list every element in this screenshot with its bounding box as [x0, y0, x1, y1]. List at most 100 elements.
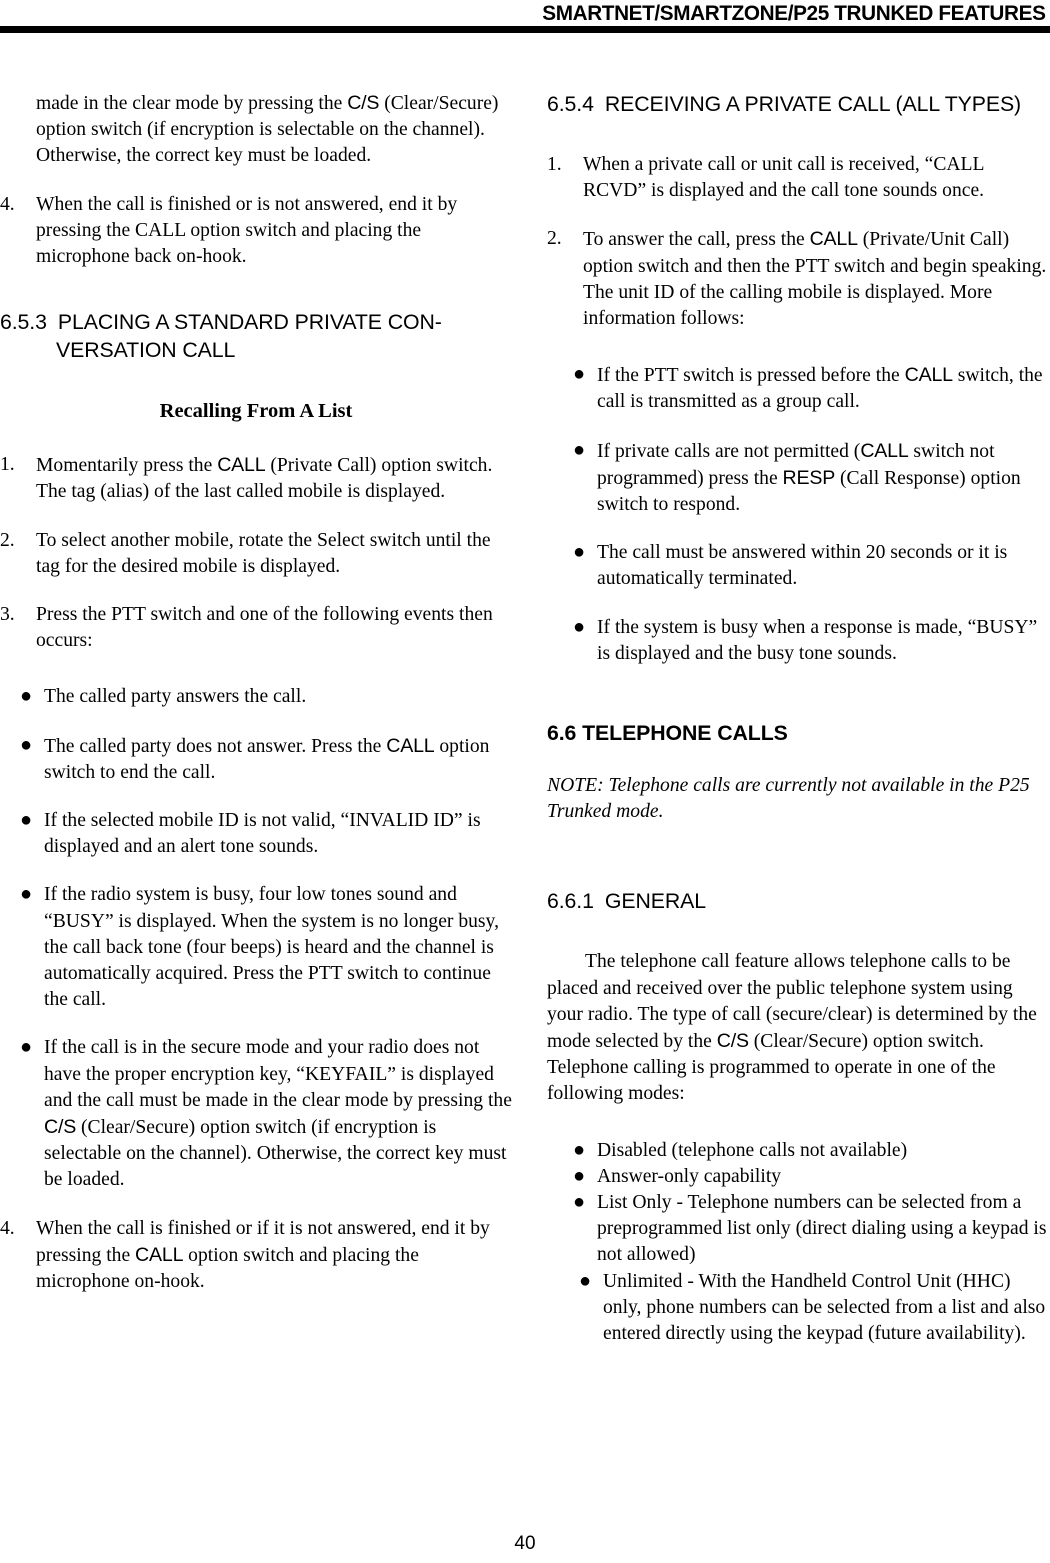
numbered-item-3: 3. Press the PTT switch and one of the fo…: [0, 602, 512, 654]
left-column: made in the clear mode by pressing the C…: [0, 90, 512, 1317]
bullet-item: ● If the PTT switch is pressed before the…: [547, 362, 1047, 415]
heading-number: 6.6: [547, 721, 577, 746]
heading-text: RECEIVING A PRIVATE CALL (ALL TYPES): [604, 92, 1022, 116]
list-number: 1.: [0, 454, 15, 476]
control-label-call: CALL: [386, 734, 435, 757]
bullet-text: Unlimited - With the Handheld Control Un…: [603, 1270, 1046, 1345]
bullet-item: ● The called party does not answer. Press…: [0, 733, 512, 786]
bullet-dot-icon: ●: [20, 685, 33, 708]
control-label-cs: C/S: [44, 1116, 77, 1139]
bullet-text: If the system is busy when a response is…: [597, 616, 1038, 664]
control-label-call: CALL: [860, 439, 909, 462]
bullet-text-1: If private calls are not permitted (: [597, 440, 861, 462]
list-number: 2.: [0, 529, 15, 551]
heading-number: 6.5.3: [0, 310, 47, 335]
heading-text: TELEPHONE CALLS: [582, 721, 788, 746]
bullet-item: ● If the selected mobile ID is not valid,…: [0, 808, 512, 860]
bullet-dot-icon: ●: [20, 883, 33, 906]
control-label-call: CALL: [217, 454, 266, 477]
bullet-dot-icon: ●: [573, 615, 586, 638]
numbered-item-2: 2. To select another mobile, rotate the S…: [0, 528, 512, 580]
bullet-dot-icon: ●: [573, 541, 586, 564]
mode-bullet-item: ● Unlimited - With the Handheld Control U…: [547, 1269, 1047, 1348]
bullet-text: If the radio system is busy, four low to…: [44, 884, 499, 1011]
bullet-text: List Only - Telephone numbers can be sel…: [597, 1192, 1047, 1266]
bullet-text-1: If the PTT switch is pressed before the: [597, 365, 905, 387]
general-paragraph: The telephone call feature allows teleph…: [547, 949, 1047, 1107]
numbered-item-1: 1. Momentarily press the CALL (Private Ca…: [0, 452, 512, 505]
heading-6-6: 6.6 TELEPHONE CALLS: [547, 719, 1047, 747]
bullet-dot-icon: ●: [579, 1269, 592, 1292]
heading-6-6-1: 6.6.1 GENERAL: [547, 887, 1047, 915]
list-item-text-1: Momentarily press the: [36, 455, 218, 477]
bullet-text: If the selected mobile ID is not valid, …: [44, 810, 481, 858]
control-label-call: CALL: [904, 364, 953, 387]
bullet-text: Disabled (telephone calls not available): [597, 1139, 908, 1161]
header-divider-rule: [0, 26, 1050, 33]
list-item-text: When a private call or unit call is rece…: [583, 154, 985, 202]
bullet-dot-icon: ●: [20, 1036, 33, 1059]
bullet-dot-icon: ●: [573, 1191, 586, 1214]
bullet-item: ● The called party answers the call.: [0, 684, 512, 710]
list-item-text-1: To answer the call, press the: [583, 229, 810, 251]
control-label-cs: C/S: [716, 1030, 749, 1053]
numbered-item-1: 1. When a private call or unit call is re…: [547, 152, 1047, 204]
numbered-item-4: 4. When the call is finished or is not an…: [0, 192, 512, 271]
bullet-item: ● The call must be answered within 20 sec…: [547, 540, 1047, 592]
mode-bullet-item: ● Answer-only capability: [547, 1164, 1047, 1190]
bullet-text: The called party answers the call.: [44, 686, 307, 708]
control-label-call: CALL: [809, 228, 858, 251]
numbered-item-4b: 4. When the call is finished or if it is …: [0, 1216, 512, 1296]
page-header: SMARTNET/SMARTZONE/P25 TRUNKED FEATURES: [0, 0, 1050, 34]
bullet-text: The call must be answered within 20 seco…: [597, 542, 1008, 590]
bullet-dot-icon: ●: [20, 733, 33, 756]
bullet-text-2: (Clear/Secure) option switch (if encrypt…: [44, 1117, 507, 1191]
list-item-text: Press the PTT switch and one of the foll…: [36, 604, 493, 652]
list-item-text: When the call is finished or is not answ…: [36, 193, 458, 268]
page-number: 40: [514, 1533, 536, 1554]
mode-bullet-item: ● List Only - Telephone numbers can be se…: [547, 1190, 1047, 1269]
heading-number: 6.6.1: [547, 889, 594, 914]
heading-number: 6.5.4: [547, 92, 594, 116]
list-number: 2.: [547, 228, 562, 250]
control-label-call: CALL: [135, 1243, 184, 1266]
bullet-item: ● If the system is busy when a response i…: [547, 615, 1047, 667]
page-header-title: SMARTNET/SMARTZONE/P25 TRUNKED FEATURES: [542, 1, 1047, 25]
list-number: 1.: [547, 154, 562, 175]
heading-text: PLACING A STANDARD PRIVATE CON-VERSATION…: [56, 310, 442, 363]
bullet-dot-icon: ●: [573, 438, 586, 461]
bullet-item: ● If private calls are not permitted (CAL…: [547, 438, 1047, 519]
list-number: 4.: [0, 193, 15, 215]
bullet-item: ● If the call is in the secure mode and y…: [0, 1035, 512, 1193]
control-label-cs: C/S: [347, 92, 380, 114]
continuation-paragraph: made in the clear mode by pressing the C…: [0, 90, 512, 170]
bullet-item: ● If the radio system is busy, four low t…: [0, 882, 512, 1013]
bullet-dot-icon: ●: [20, 809, 33, 832]
control-label-resp: RESP: [782, 466, 836, 489]
subheading-recalling-from-a-list: Recalling From A List: [159, 400, 353, 423]
note-telephone-unavailable: NOTE: Telephone calls are currently not …: [547, 775, 1030, 823]
continuation-text-1: made in the clear mode by pressing the: [36, 93, 348, 114]
list-number: 3.: [0, 604, 15, 626]
heading-6-5-4: 6.5.4 RECEIVING A PRIVATE CALL (ALL TYPES…: [547, 90, 1047, 118]
bullet-dot-icon: ●: [573, 1138, 586, 1161]
bullet-dot-icon: ●: [573, 1164, 586, 1187]
heading-6-5-3: 6.5.3 PLACING A STANDARD PRIVATE CON-VERS…: [0, 308, 512, 364]
bullet-text: Answer-only capability: [597, 1165, 782, 1187]
list-number: 4.: [0, 1217, 15, 1239]
right-column: 6.5.4 RECEIVING A PRIVATE CALL (ALL TYPES…: [547, 90, 1047, 1347]
bullet-text-1: If the call is in the secure mode and yo…: [44, 1037, 512, 1111]
numbered-item-2: 2. To answer the call, press the CALL (Pr…: [547, 226, 1047, 332]
bullet-text-1: The called party does not answer. Press …: [44, 735, 387, 757]
bullet-dot-icon: ●: [573, 363, 586, 386]
mode-bullet-item: ● Disabled (telephone calls not available…: [547, 1138, 1047, 1164]
